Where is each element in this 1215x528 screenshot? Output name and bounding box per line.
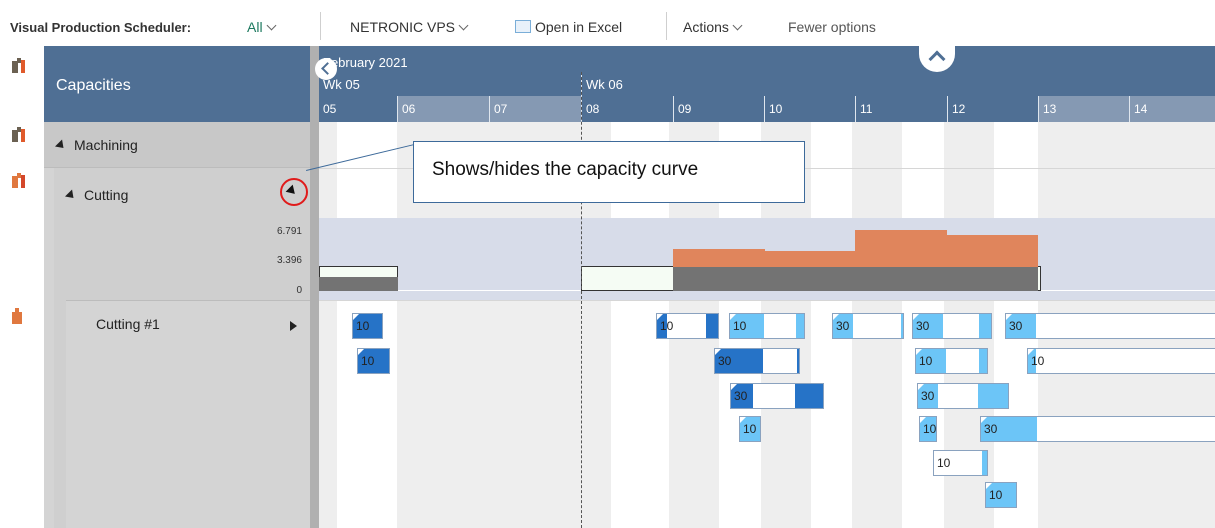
resource-icon-strip [0, 46, 44, 528]
day-cell: 09 [673, 96, 764, 122]
chevron-down-icon [458, 20, 469, 31]
task-bar[interactable]: 10 [1027, 348, 1215, 374]
task-bar[interactable]: 30 [917, 383, 1009, 409]
day-cell: 12 [947, 96, 1038, 122]
task-bar[interactable]: 10 [357, 348, 390, 374]
task-bar[interactable]: 10 [933, 450, 988, 476]
day-cell: 11 [855, 96, 947, 122]
chevron-down-icon [732, 20, 743, 31]
overload-bar [947, 235, 1038, 267]
task-bar[interactable]: 10 [915, 348, 988, 374]
expand-right-icon[interactable] [290, 321, 297, 331]
netronic-label: NETRONIC VPS [350, 19, 456, 35]
week-label: Wk 06 [586, 77, 623, 92]
tree-row-cutting[interactable]: Cutting 6.791 3.396 0 [54, 168, 310, 300]
filter-label: All [247, 19, 263, 35]
actions-menu[interactable]: Actions [683, 19, 743, 35]
overload-bar [673, 249, 765, 267]
open-in-excel-button[interactable]: Open in Excel [515, 19, 622, 35]
day-cell: 05 [323, 102, 337, 116]
collapse-panel-button[interactable] [315, 58, 337, 80]
excel-icon [515, 20, 531, 33]
capacity-load-bar [319, 277, 398, 291]
day-cell: 06 [397, 96, 489, 122]
task-bar[interactable]: 30 [832, 313, 904, 339]
resource-group-icon [12, 127, 26, 143]
day-cell: 08 [581, 96, 673, 122]
collapse-up-button[interactable] [919, 46, 955, 72]
day-cell: 10 [764, 96, 855, 122]
tree-indent [54, 300, 66, 528]
netronic-menu[interactable]: NETRONIC VPS [350, 19, 469, 35]
excel-label: Open in Excel [535, 19, 623, 35]
tree-indent [44, 168, 54, 528]
task-bar[interactable]: 30 [1005, 313, 1215, 339]
task-bar[interactable]: 10 [739, 416, 761, 442]
scale-max-label: 6.791 [276, 226, 302, 237]
panel-splitter[interactable] [310, 46, 319, 528]
time-stripe [319, 122, 337, 528]
expand-triangle-icon[interactable] [64, 189, 78, 202]
resource-icon [12, 308, 22, 324]
day-cell: 14 [1129, 96, 1215, 122]
gantt-timeline: February 2021 Wk 05 Wk 06 05 06 07 08 09… [319, 46, 1215, 528]
toolbar: Visual Production Scheduler: All NETRONI… [0, 0, 1215, 46]
capacities-panel: Capacities Machining Cutting 6.791 3.396… [44, 46, 310, 528]
scale-zero-label: 0 [296, 285, 302, 296]
resource-overload-icon [12, 173, 26, 189]
task-bar[interactable]: 10 [919, 416, 937, 442]
overload-bar [765, 251, 855, 267]
overload-bar [855, 230, 947, 267]
actions-label: Actions [683, 19, 729, 35]
timeline-header: February 2021 Wk 05 Wk 06 05 06 07 08 09… [319, 46, 1215, 122]
resource-group-icon [12, 58, 26, 74]
toolbar-divider [666, 12, 667, 40]
task-bar[interactable]: 10 [656, 313, 719, 339]
machining-label: Machining [74, 137, 138, 153]
callout-box: Shows/hides the capacity curve [413, 141, 805, 203]
capacity-load-bar [673, 267, 1038, 291]
task-bar[interactable]: 30 [912, 313, 992, 339]
capacities-title: Capacities [56, 77, 131, 94]
day-cell: 07 [489, 96, 581, 122]
tree-row-machining[interactable]: Machining [44, 122, 310, 168]
chevron-down-icon [266, 20, 277, 31]
toolbar-divider [320, 12, 321, 40]
task-bar[interactable]: 30 [714, 348, 800, 374]
fewer-options-button[interactable]: Fewer options [788, 19, 876, 35]
capacities-header: Capacities [44, 46, 310, 122]
row-divider [319, 300, 1215, 301]
task-bar[interactable]: 10 [352, 313, 383, 339]
scale-mid-label: 3.396 [276, 255, 302, 266]
day-cell: 13 [1038, 96, 1129, 122]
task-bar[interactable]: 30 [980, 416, 1215, 442]
cutting-label: Cutting [84, 187, 129, 203]
cutting-1-label: Cutting #1 [96, 316, 160, 332]
tree-row-cutting-1[interactable]: Cutting #1 [66, 300, 310, 528]
task-bar[interactable]: 30 [730, 383, 824, 409]
task-bar[interactable]: 10 [985, 482, 1017, 508]
page-title: Visual Production Scheduler: [10, 20, 192, 35]
filter-dropdown[interactable]: All [247, 19, 277, 35]
expand-triangle-icon[interactable] [54, 139, 68, 152]
task-bar[interactable]: 10 [729, 313, 805, 339]
